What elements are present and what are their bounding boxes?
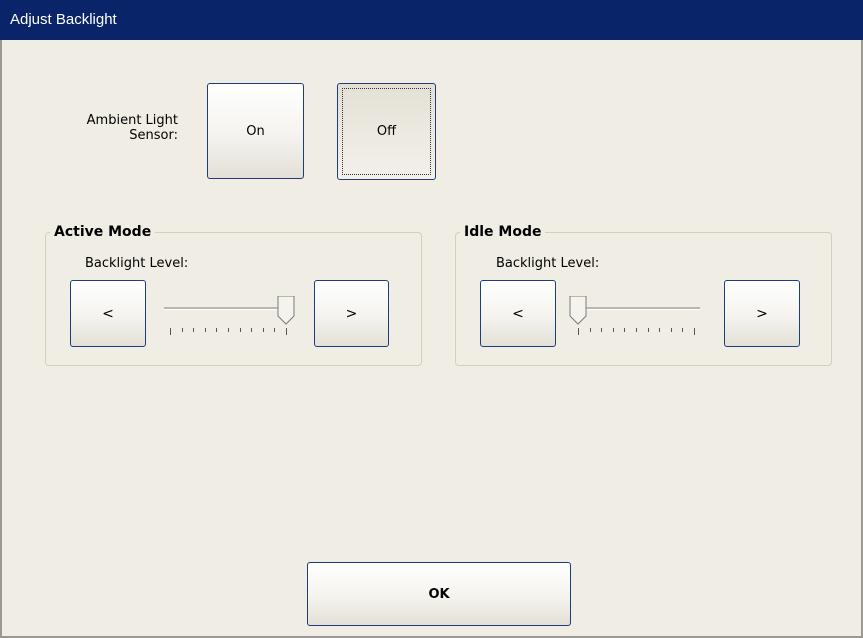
active-increase-button[interactable]: >	[314, 280, 389, 347]
slider-graphic	[569, 295, 700, 335]
sensor-on-button[interactable]: On	[207, 83, 304, 179]
window-title: Adjust Backlight	[10, 11, 117, 28]
idle-increase-button[interactable]: >	[724, 280, 800, 347]
idle-mode-title: Idle Mode	[460, 223, 546, 241]
active-decrease-button[interactable]: <	[70, 280, 146, 347]
active-backlight-level-label: Backlight Level:	[85, 256, 189, 271]
active-backlight-slider[interactable]	[160, 295, 300, 336]
idle-decrease-button[interactable]: <	[480, 280, 556, 347]
slider-graphic	[164, 295, 295, 335]
ambient-light-sensor-label: Ambient Light Sensor:	[86, 113, 178, 143]
sensor-off-button[interactable]: Off	[337, 83, 436, 180]
focus-ring	[342, 88, 431, 175]
slider-thumb[interactable]	[569, 295, 587, 325]
title-bar: Adjust Backlight	[0, 0, 863, 40]
idle-backlight-level-label: Backlight Level:	[496, 256, 600, 271]
ok-button[interactable]: OK	[307, 562, 571, 626]
active-mode-title: Active Mode	[50, 223, 156, 241]
idle-backlight-slider[interactable]	[568, 295, 708, 336]
slider-thumb[interactable]	[277, 295, 295, 325]
